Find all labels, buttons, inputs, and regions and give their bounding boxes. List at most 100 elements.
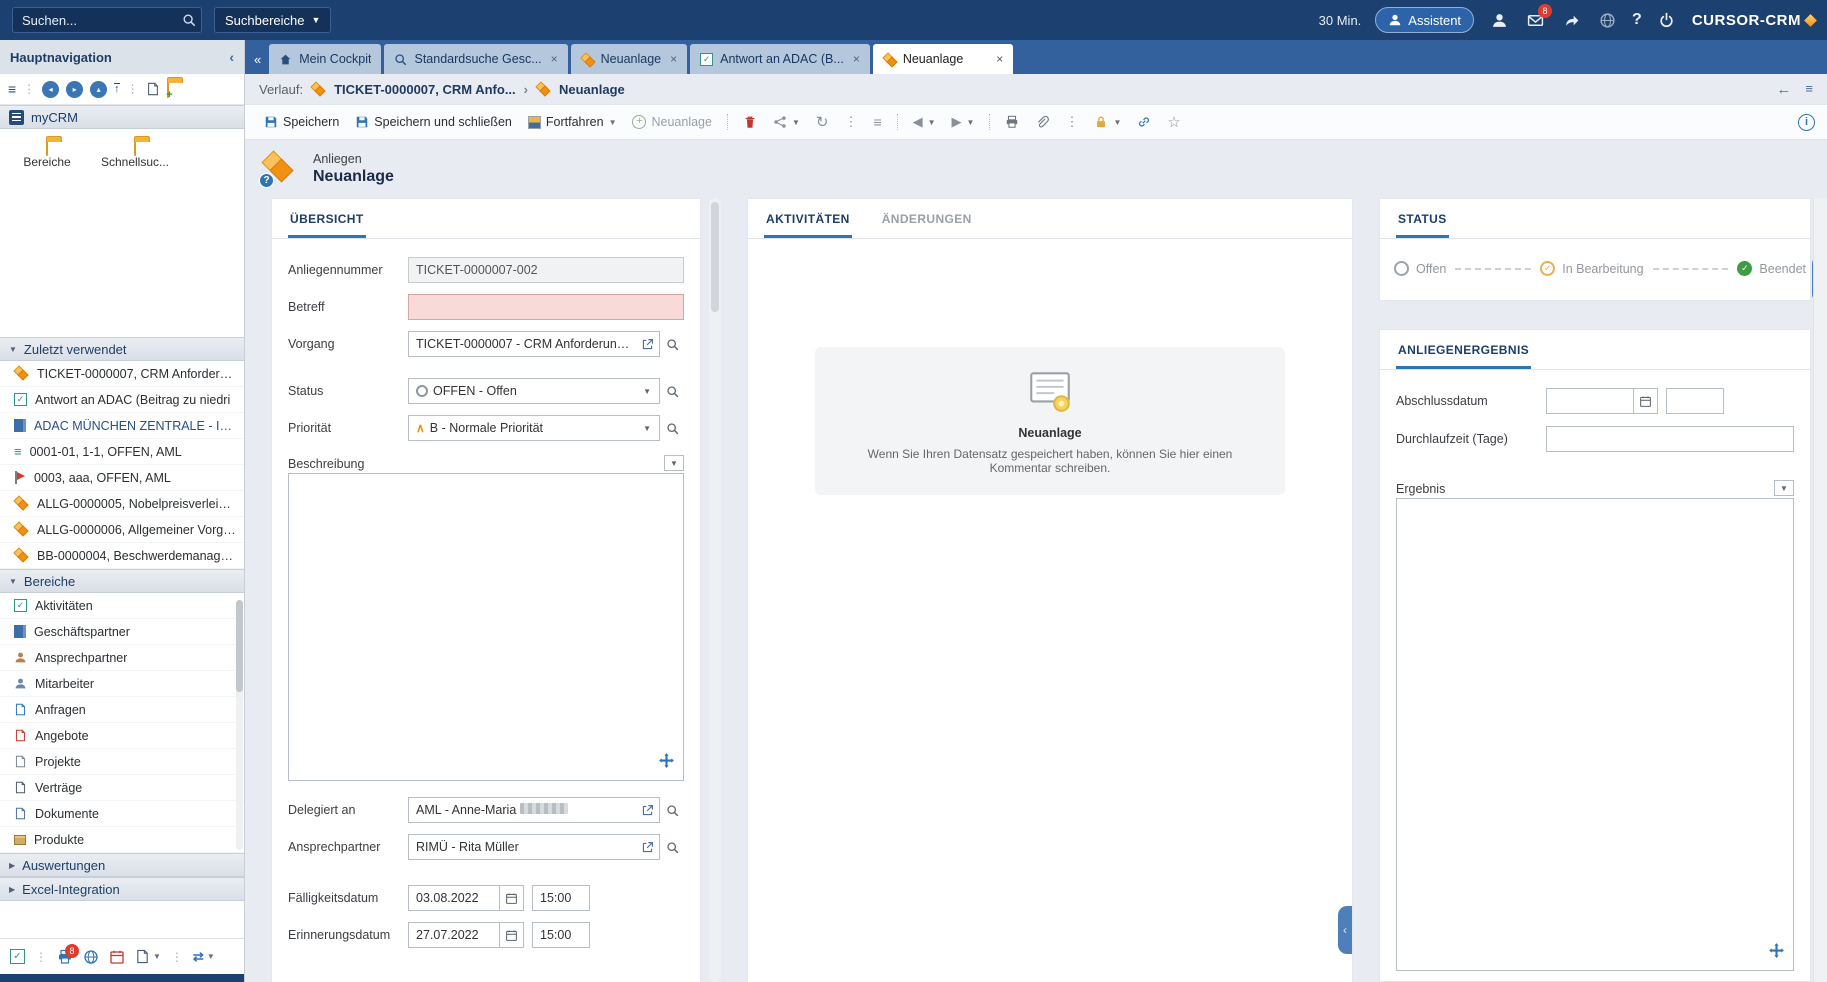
close-icon[interactable]: × <box>996 52 1003 66</box>
sidebar-item-vertraege[interactable]: Verträge <box>0 775 244 801</box>
ergebnis-template-dropdown[interactable]: ▼ <box>1774 480 1794 496</box>
scrollbar-thumb[interactable] <box>711 202 719 312</box>
sidebar-item-geschaeftspartner[interactable]: Geschäftspartner <box>0 619 244 645</box>
save-button[interactable]: Speichern <box>257 109 346 135</box>
delegiert-an-field[interactable]: AML - Anne-Maria <box>408 797 660 823</box>
share-button[interactable]: ▼ <box>766 109 807 135</box>
durchlaufzeit-field[interactable] <box>1546 426 1794 452</box>
sidebar-item-angebote[interactable]: Angebote <box>0 723 244 749</box>
faelligkeitsdatum-field[interactable] <box>408 885 500 911</box>
sidebar-item-mitarbeiter[interactable]: Mitarbeiter <box>0 671 244 697</box>
attachment-button[interactable] <box>1028 109 1056 135</box>
tab-standardsuche[interactable]: Standardsuche Gesc... × <box>384 44 567 74</box>
sidebar-item-anfragen[interactable]: Anfragen <box>0 697 244 723</box>
betreff-field[interactable] <box>408 294 684 320</box>
beschreibung-textarea[interactable] <box>288 473 684 781</box>
beschreibung-template-dropdown[interactable]: ▼ <box>664 455 684 471</box>
chevron-down-icon[interactable]: ▼ <box>640 387 654 396</box>
section-bereiche[interactable]: ▼ Bereiche <box>0 569 244 593</box>
sidebar-item-produkte[interactable]: Produkte <box>0 827 244 853</box>
favorite-button[interactable]: ☆ <box>1160 109 1187 135</box>
erinnerungsdatum-field[interactable] <box>408 922 500 948</box>
sidebar-item-projekte[interactable]: Projekte <box>0 749 244 775</box>
history-back-icon[interactable]: ← <box>1776 81 1791 98</box>
list-item[interactable]: BB-0000004, Beschwerdemanagem <box>0 543 244 569</box>
ansprechpartner-field[interactable]: RIMÜ - Rita Müller <box>408 834 660 860</box>
delete-button[interactable] <box>736 109 764 135</box>
vorgang-field[interactable]: TICKET-0000007 - CRM Anforderung TICK... <box>408 331 660 357</box>
list-view-button[interactable]: ≡ <box>866 109 888 135</box>
section-auswertungen[interactable]: ▶ Auswertungen <box>0 853 244 877</box>
more-button[interactable]: ⋮ <box>1058 109 1085 135</box>
continue-button[interactable]: Fortfahren ▼ <box>521 109 624 135</box>
close-icon[interactable]: × <box>551 52 558 66</box>
info-button[interactable]: i <box>1798 114 1815 131</box>
anliegennummer-field[interactable] <box>408 257 684 283</box>
sync-button[interactable]: ⇄ ▼ <box>193 949 215 965</box>
scrollbar-thumb[interactable] <box>236 600 243 692</box>
search-input[interactable] <box>12 7 202 33</box>
calendar-button[interactable] <box>500 885 524 911</box>
new-folder-button[interactable]: + <box>167 82 169 97</box>
search-scope-dropdown[interactable]: Suchbereiche ▼ <box>214 7 331 33</box>
list-item[interactable]: ALLG-0000006, Allgemeiner Vorgan <box>0 517 244 543</box>
tab-status[interactable]: STATUS <box>1396 199 1449 238</box>
breadcrumb-item-ticket[interactable]: TICKET-0000007, CRM Anfo... <box>334 82 516 97</box>
tab-list-icon[interactable]: ≡ <box>1805 81 1813 98</box>
print-queue-button[interactable]: 8 <box>57 949 73 965</box>
close-icon[interactable]: × <box>670 52 677 66</box>
list-item[interactable]: 0003, aaa, OFFEN, AML <box>0 465 244 491</box>
sidebar-scrollbar[interactable] <box>236 600 243 850</box>
nav-forward-button[interactable]: ▶ ▼ <box>945 109 982 135</box>
folder-item-schnellsuche[interactable]: Schnellsuc... <box>98 141 172 169</box>
tab-anliegenergebnis[interactable]: ANLIEGENERGEBNIS <box>1396 330 1531 369</box>
tab-aktivitaeten[interactable]: AKTIVITÄTEN <box>764 199 852 238</box>
tab-neuanlage-1[interactable]: Neuanlage × <box>571 44 687 74</box>
tab-scroll-left-icon[interactable]: « <box>249 52 266 74</box>
faelligkeitszeit-field[interactable] <box>532 885 590 911</box>
lookup-button[interactable] <box>660 331 684 357</box>
save-and-close-button[interactable]: Speichern und schließen <box>348 109 519 135</box>
lock-button[interactable]: ▼ <box>1087 109 1128 135</box>
lookup-button[interactable] <box>660 415 684 441</box>
more-button[interactable]: ⋮ <box>837 109 864 135</box>
nav-up-circle-icon[interactable]: ▴ <box>90 81 107 98</box>
lookup-button[interactable] <box>660 797 684 823</box>
calendar-button[interactable] <box>500 922 524 948</box>
tab-mein-cockpit[interactable]: Mein Cockpit <box>269 44 381 74</box>
status-combobox[interactable]: OFFEN - Offen ▼ <box>408 378 660 404</box>
prioritaet-combobox[interactable]: ∧ B - Normale Priorität ▼ <box>408 415 660 441</box>
list-item[interactable]: ALLG-0000005, Nobelpreisverleihur <box>0 491 244 517</box>
user-button[interactable] <box>1488 9 1510 31</box>
document-dropdown-button[interactable]: ▼ <box>135 949 161 964</box>
section-recent[interactable]: ▼ Zuletzt verwendet <box>0 337 244 361</box>
external-link-icon[interactable] <box>641 841 654 854</box>
mail-button[interactable]: 8 <box>1524 9 1546 31</box>
logout-button[interactable] <box>1656 9 1678 31</box>
section-excel-integration[interactable]: ▶ Excel-Integration <box>0 877 244 901</box>
list-item[interactable]: TICKET-0000007, CRM Anforderung <box>0 361 244 387</box>
new-record-button[interactable]: + Neuanlage <box>625 109 718 135</box>
section-mycrm[interactable]: myCRM <box>0 105 244 129</box>
menu-icon[interactable]: ≡ <box>8 81 16 97</box>
link-button[interactable] <box>1130 109 1158 135</box>
tasks-icon[interactable]: ✓ <box>10 949 25 964</box>
tab-uebersicht[interactable]: ÜBERSICHT <box>288 199 366 238</box>
move-icon[interactable] <box>1768 942 1785 962</box>
list-item[interactable]: ≡0001-01, 1-1, OFFEN, AML <box>0 439 244 465</box>
close-icon[interactable]: × <box>853 52 860 66</box>
list-item[interactable]: ADAC MÜNCHEN ZENTRALE - INTE <box>0 413 244 439</box>
erinnerungszeit-field[interactable] <box>532 922 590 948</box>
nav-back-circle-icon[interactable]: ◂ <box>42 81 59 98</box>
sidebar-resize-strip[interactable] <box>0 974 244 982</box>
lookup-button[interactable] <box>660 834 684 860</box>
sidebar-item-ansprechpartner[interactable]: Ansprechpartner <box>0 645 244 671</box>
network-button[interactable] <box>1596 9 1618 31</box>
chevron-down-icon[interactable]: ▼ <box>640 424 654 433</box>
window-scrollbar[interactable] <box>1813 198 1827 982</box>
assistant-button[interactable]: Assistent <box>1375 7 1474 33</box>
external-link-icon[interactable] <box>641 338 654 351</box>
overview-scrollbar[interactable] <box>709 198 721 982</box>
search-icon[interactable] <box>182 13 196 30</box>
abschlussdatum-field[interactable] <box>1546 388 1634 414</box>
